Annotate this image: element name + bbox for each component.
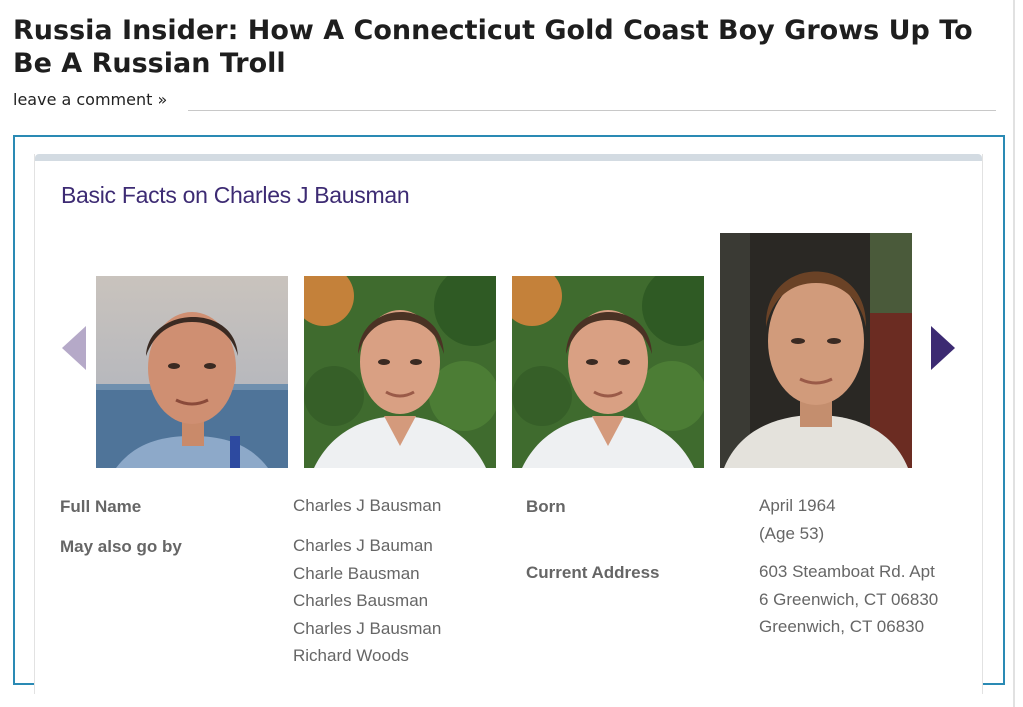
born-label: Born — [526, 497, 566, 516]
meta-divider — [188, 110, 996, 111]
profile-photo-2[interactable] — [304, 276, 496, 468]
alias-item: Richard Woods — [293, 646, 409, 665]
alias-item: Charles Bausman — [293, 591, 429, 610]
born-date: April 1964 — [759, 496, 836, 515]
alias-item: Charles J Bausman — [293, 618, 442, 638]
profile-photo-4[interactable] — [720, 233, 912, 468]
address-line: 6 Greenwich, CT 06830 — [759, 589, 939, 609]
next-photo-arrow-icon[interactable] — [931, 326, 955, 370]
aliases-list: Charles J Bauman Charle Bausman Charles … — [293, 532, 441, 670]
born-value: April 1964 (Age 53) — [759, 492, 836, 547]
full-name-label: Full Name — [60, 497, 142, 516]
post-meta: leave a comment » — [13, 90, 167, 109]
previous-photo-arrow-icon[interactable] — [62, 326, 86, 370]
alias-item: Charle Bausman — [293, 563, 420, 583]
profile-photo-1[interactable] — [96, 276, 288, 468]
born-age: (Age 53) — [759, 523, 825, 543]
address-label: Current Address — [526, 563, 660, 582]
address-line: 603 Steamboat Rd. Apt — [759, 562, 935, 581]
address-value: 603 Steamboat Rd. Apt 6 Greenwich, CT 06… — [759, 558, 938, 641]
page-right-border — [1013, 0, 1015, 707]
profile-photo-3[interactable] — [512, 276, 704, 468]
card-top-bar — [35, 154, 982, 161]
post-title[interactable]: Russia Insider: How A Connecticut Gold C… — [13, 14, 1003, 80]
full-name-value: Charles J Bausman — [293, 496, 442, 515]
leave-comment-link[interactable]: leave a comment » — [13, 90, 167, 109]
card-title: Basic Facts on Charles J Bausman — [61, 182, 410, 208]
address-line: Greenwich, CT 06830 — [759, 617, 925, 636]
aka-label: May also go by — [60, 537, 182, 556]
alias-item: Charles J Bauman — [293, 536, 433, 555]
